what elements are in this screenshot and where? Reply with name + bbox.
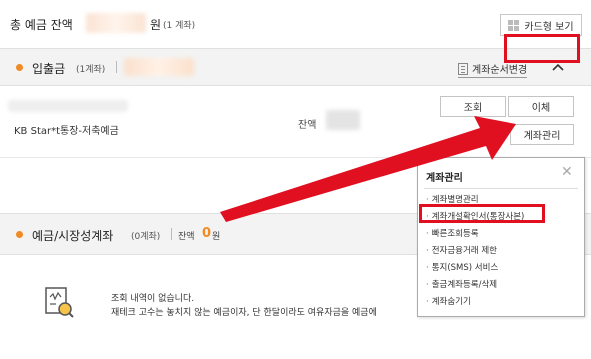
total-balance-unit: 원 <box>150 18 162 32</box>
reorder-icon <box>458 62 468 75</box>
total-account-count: (1 계좌) <box>163 21 196 31</box>
popup-title: 계좌관리 <box>426 173 463 184</box>
total-balance-bar: 총 예금 잔액 원 (1 계좌) 카드형 보기 <box>0 0 591 46</box>
account-name: KB Star*t통장-저축예금 <box>14 126 119 137</box>
card-view-label: 카드형 보기 <box>524 21 574 33</box>
account-order-change-button[interactable]: 계좌순서변경 <box>458 61 528 78</box>
deposit-section-count: (1계좌) <box>76 65 106 75</box>
savings-section-title: 예금/시장성계좌 <box>32 229 114 243</box>
empty-message: 조회 내역이 없습니다. <box>111 294 195 304</box>
savings-balance-unit: 원 <box>212 232 221 242</box>
deposit-section-title: 입출금 <box>32 62 66 76</box>
divider <box>171 228 172 240</box>
bullet-dot-icon <box>16 231 23 238</box>
total-balance-masked <box>86 13 146 33</box>
divider <box>424 188 578 189</box>
deposit-balance-masked <box>124 58 194 76</box>
document-search-icon <box>45 287 74 318</box>
savings-balance-label: 잔액 <box>178 232 195 242</box>
empty-sub-message: 재테크 고수는 놓치지 않는 예금이자, 단 한달이라도 여유자금을 예금에 <box>111 308 377 318</box>
inquiry-button[interactable]: 조회 <box>440 96 506 117</box>
balance-label: 잔액 <box>298 120 317 131</box>
divider <box>116 61 117 73</box>
menu-item-withdrawal-account[interactable]: · 출금계좌등록/삭제 <box>418 277 584 294</box>
highlight-box-opening-certificate <box>419 204 545 223</box>
account-row: KB Star*t통장-저축예금 잔액 조회 이체 계좌관리 <box>0 86 591 158</box>
account-number-masked <box>8 100 128 112</box>
chevron-up-icon[interactable] <box>552 62 564 74</box>
transfer-button[interactable]: 이체 <box>508 96 574 117</box>
menu-item-transaction-limit[interactable]: · 전자금융거래 제한 <box>418 243 584 260</box>
grid-icon <box>508 19 520 31</box>
card-view-button[interactable]: 카드형 보기 <box>500 14 582 36</box>
savings-balance-value: 0 <box>202 226 212 241</box>
deposit-section-header: 입출금 (1계좌) 계좌순서변경 <box>0 48 591 86</box>
account-manage-popup: 계좌관리 ✕ · 계좌별명관리 · 계좌개설확인서(통장사본) · 빠른조회등록 · 전… <box>417 157 585 317</box>
account-order-change-label: 계좌순서변경 <box>472 65 528 76</box>
menu-item-quick-inquiry[interactable]: · 빠른조회등록 <box>418 226 584 243</box>
menu-item-hide-account[interactable]: · 계좌숨기기 <box>418 294 584 311</box>
savings-section-count: (0계좌) <box>131 232 161 242</box>
bullet-dot-icon <box>16 64 23 71</box>
close-icon[interactable]: ✕ <box>561 164 573 180</box>
account-manage-button[interactable]: 계좌관리 <box>510 124 574 145</box>
highlight-box-account-manage <box>504 34 580 63</box>
total-balance-label: 총 예금 잔액 <box>10 18 73 32</box>
menu-item-sms-service[interactable]: · 통지(SMS) 서비스 <box>418 260 584 277</box>
balance-masked <box>326 110 360 130</box>
